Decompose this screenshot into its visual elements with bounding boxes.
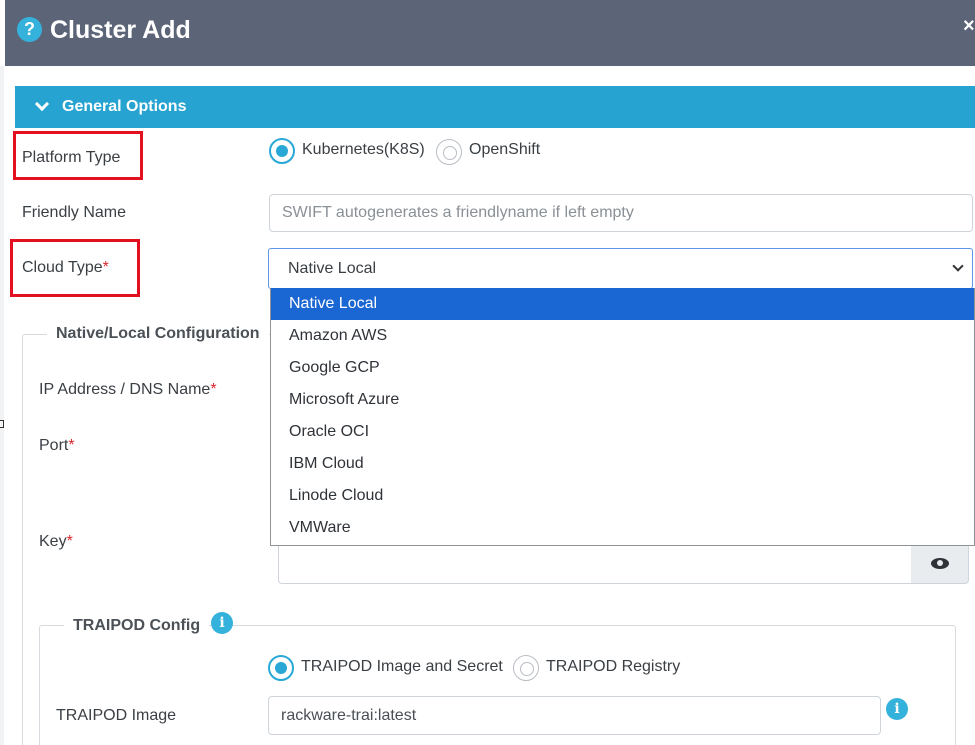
traipod-image-secret-label[interactable]: TRAIPOD Image and Secret — [301, 657, 503, 677]
friendly-name-label: Friendly Name — [22, 204, 127, 221]
question-circle-icon[interactable]: ? — [17, 17, 42, 42]
traipod-registry-label[interactable]: TRAIPOD Registry — [546, 657, 680, 677]
cloud-type-label: Cloud Type* — [22, 259, 109, 276]
cloud-type-selected-value: Native Local — [288, 259, 377, 277]
dropdown-option-oracle-oci[interactable]: Oracle OCI — [271, 416, 974, 448]
info-icon[interactable]: i — [211, 612, 233, 634]
traipod-config-legend: TRAIPOD Config — [64, 616, 210, 636]
dropdown-option-google-gcp[interactable]: Google GCP — [271, 352, 974, 384]
dialog-title: Cluster Add — [50, 16, 191, 44]
platform-kubernetes-radio[interactable] — [269, 138, 295, 164]
traipod-registry-radio[interactable] — [513, 655, 539, 681]
platform-type-label: Platform Type — [22, 149, 121, 166]
key-label: Key* — [39, 533, 73, 550]
traipod-image-input[interactable]: rackware-trai:latest — [268, 696, 881, 735]
platform-openshift-label[interactable]: OpenShift — [469, 140, 540, 160]
chevron-down-icon — [34, 96, 50, 112]
ip-address-label: IP Address / DNS Name* — [39, 381, 217, 398]
key-input[interactable] — [278, 542, 912, 584]
platform-openshift-radio[interactable] — [436, 139, 462, 165]
key-visibility-toggle[interactable] — [911, 542, 969, 584]
chevron-down-icon — [952, 260, 964, 272]
eye-icon — [930, 557, 949, 569]
section-title: General Options — [62, 98, 187, 115]
native-local-config-legend: Native/Local Configuration — [47, 324, 269, 344]
general-options-section-header[interactable]: General Options — [15, 86, 975, 128]
dropdown-option-microsoft-azure[interactable]: Microsoft Azure — [271, 384, 974, 416]
platform-kubernetes-label[interactable]: Kubernetes(K8S) — [302, 140, 425, 160]
dropdown-option-ibm-cloud[interactable]: IBM Cloud — [271, 448, 974, 480]
friendly-name-input[interactable]: SWIFT autogenerates a friendlyname if le… — [269, 194, 973, 232]
traipod-image-label: TRAIPOD Image — [56, 707, 177, 724]
left-edge-mark — [0, 420, 4, 428]
dropdown-option-vmware[interactable]: VMWare — [271, 512, 974, 544]
dropdown-option-amazon-aws[interactable]: Amazon AWS — [271, 320, 974, 352]
traipod-image-secret-radio[interactable] — [268, 655, 294, 681]
left-edge — [0, 66, 4, 745]
cloud-type-select[interactable]: Native Local — [268, 248, 973, 289]
dropdown-option-native-local[interactable]: Native Local — [271, 288, 974, 320]
info-icon[interactable]: i — [886, 698, 908, 720]
dialog-header: ? Cluster Add × — [5, 0, 975, 66]
port-label: Port* — [39, 437, 75, 454]
close-icon[interactable]: × — [963, 14, 975, 38]
cloud-type-dropdown-list: Native Local Amazon AWS Google GCP Micro… — [270, 288, 975, 546]
dropdown-option-linode-cloud[interactable]: Linode Cloud — [271, 480, 974, 512]
